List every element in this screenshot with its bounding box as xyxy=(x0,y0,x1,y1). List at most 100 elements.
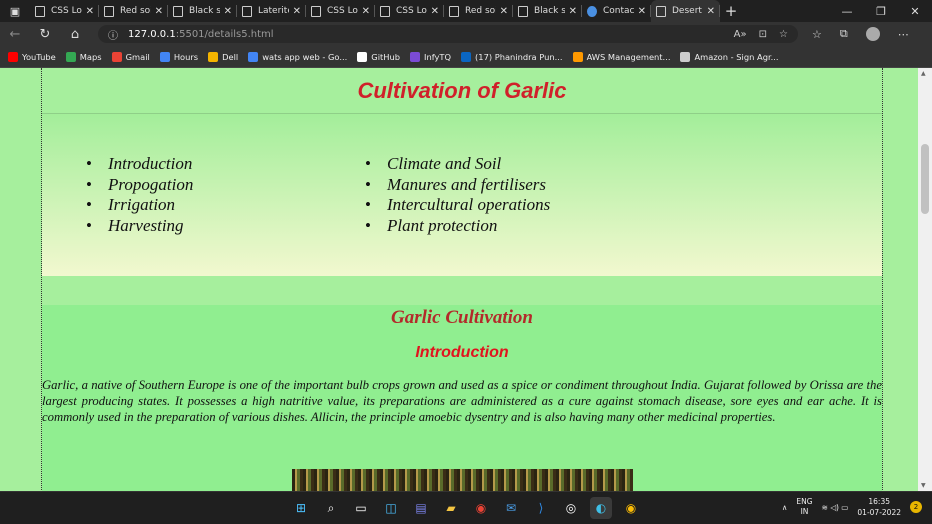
bookmark-item[interactable]: InfyTQ xyxy=(410,51,452,62)
wifi-volume-battery-icons[interactable]: ≋ ◁) ▭ xyxy=(822,503,849,512)
read-aloud-icon[interactable]: A» xyxy=(734,29,747,40)
toc-link[interactable]: Climate and Soil xyxy=(363,154,550,175)
bookmark-favicon-icon xyxy=(410,51,421,62)
search-icon[interactable]: ⌕ xyxy=(320,497,342,519)
bookmark-favicon-icon xyxy=(461,51,472,62)
close-window-icon[interactable]: ✕ xyxy=(898,5,932,18)
tab-close-icon[interactable]: ✕ xyxy=(224,6,232,17)
site-info-icon[interactable]: ⓘ xyxy=(108,27,118,42)
bookmark-label: Gmail xyxy=(125,51,150,62)
more-options-icon[interactable]: ⋯ xyxy=(898,28,909,41)
tab-title: CSS Log xyxy=(327,6,358,16)
page-container: Cultivation of Garlic IntroductionPropog… xyxy=(41,68,883,491)
toc-link[interactable]: Intercultural operations xyxy=(363,195,550,216)
bookmark-favicon-icon xyxy=(159,51,170,62)
bookmark-item[interactable]: Dell xyxy=(208,51,238,62)
toc-link[interactable]: Plant protection xyxy=(363,216,550,237)
bookmark-item[interactable]: (17) Phanindra Pun... xyxy=(461,51,563,62)
notification-badge[interactable]: 2 xyxy=(910,501,922,513)
minimize-icon[interactable]: — xyxy=(830,5,864,18)
bookmark-item[interactable]: AWS Management... xyxy=(572,51,671,62)
browser-tab[interactable]: Contact ✕ xyxy=(582,0,651,22)
tab-close-icon[interactable]: ✕ xyxy=(707,6,715,17)
bookmark-favicon-icon xyxy=(680,51,691,62)
toc-link[interactable]: Propogation xyxy=(84,175,193,196)
browser-tab[interactable]: Red soil ✕ xyxy=(99,0,168,22)
widgets-icon[interactable]: ◫ xyxy=(380,497,402,519)
toc-link[interactable]: Irrigation xyxy=(84,195,193,216)
refresh-icon[interactable]: ↻ xyxy=(30,27,60,42)
chrome-icon[interactable]: ◉ xyxy=(470,497,492,519)
clock[interactable]: 16:35 01-07-2022 xyxy=(857,496,901,518)
tab-close-icon[interactable]: ✕ xyxy=(86,6,94,17)
browser-tab[interactable]: Desert s ✕ xyxy=(651,0,720,22)
vscode-icon[interactable]: ⟩ xyxy=(530,497,552,519)
restore-icon[interactable]: ❐ xyxy=(864,5,898,18)
bookmark-item[interactable]: wats app web - Go... xyxy=(248,51,347,62)
tab-favicon-icon xyxy=(35,5,45,17)
edge-icon[interactable]: ◐ xyxy=(590,497,612,519)
task-view-icon[interactable]: ▭ xyxy=(350,497,372,519)
url-actions: A» ⊡ ☆ xyxy=(734,29,788,40)
mail-icon[interactable]: ✉ xyxy=(500,497,522,519)
tab-favicon-icon xyxy=(656,5,666,17)
tab-close-icon[interactable]: ✕ xyxy=(431,6,439,17)
tab-close-icon[interactable]: ✕ xyxy=(500,6,508,17)
add-favorite-icon[interactable]: ☆ xyxy=(779,29,788,40)
start-icon[interactable]: ⊞ xyxy=(290,497,312,519)
bookmark-label: Maps xyxy=(79,51,102,62)
title-band: Cultivation of Garlic xyxy=(42,68,882,114)
bookmark-item[interactable]: Amazon - Sign Agr... xyxy=(680,51,779,62)
browser-tab[interactable]: CSS Log ✕ xyxy=(306,0,375,22)
profile-avatar[interactable] xyxy=(865,27,880,41)
tab-favicon-icon xyxy=(242,5,252,17)
bookmark-label: InfyTQ xyxy=(424,51,452,62)
url-path: :5501/details5.html xyxy=(175,28,274,40)
browser-window: ▣ CSS Log✕Red soil✕Black so✕Laterite✕CSS… xyxy=(0,0,932,491)
back-icon[interactable]: ← xyxy=(0,27,30,42)
teams-icon[interactable]: ▤ xyxy=(410,497,432,519)
section-heading: Garlic Cultivation xyxy=(391,307,533,328)
browser-tab[interactable]: Black so ✕ xyxy=(513,0,582,22)
tab-close-icon[interactable]: ✕ xyxy=(638,6,646,17)
chrome-dev-icon[interactable]: ◉ xyxy=(620,497,642,519)
page-scrollbar[interactable]: ▲ ▼ xyxy=(918,68,932,491)
bookmark-item[interactable]: GitHub xyxy=(357,51,400,62)
tab-title: Red soil xyxy=(120,6,151,16)
bookmark-favicon-icon xyxy=(248,51,259,62)
bookmark-item[interactable]: Gmail xyxy=(111,51,150,62)
bookmark-label: AWS Management... xyxy=(586,51,671,62)
tab-close-icon[interactable]: ✕ xyxy=(569,6,577,17)
toc-link[interactable]: Harvesting xyxy=(84,216,193,237)
file-explorer-icon[interactable]: ▰ xyxy=(440,497,462,519)
bookmark-item[interactable]: Maps xyxy=(65,51,102,62)
tab-close-icon[interactable]: ✕ xyxy=(155,6,163,17)
browser-tab[interactable]: Laterite ✕ xyxy=(237,0,306,22)
bookmark-item[interactable]: YouTube xyxy=(8,51,56,62)
tab-actions-icon[interactable]: ▣ xyxy=(0,0,30,22)
browser-tab[interactable]: Black so ✕ xyxy=(168,0,237,22)
scroll-up-icon[interactable]: ▲ xyxy=(921,70,926,77)
browser-tab[interactable]: CSS Log ✕ xyxy=(375,0,444,22)
bookmark-item[interactable]: Hours xyxy=(159,51,198,62)
toc-link[interactable]: Introduction xyxy=(84,154,193,175)
new-tab-icon[interactable]: + xyxy=(720,2,742,20)
language-indicator[interactable]: ENG IN xyxy=(796,497,812,517)
collections-icon[interactable]: ⧉ xyxy=(840,27,848,41)
tray-overflow-icon[interactable]: ∧ xyxy=(782,503,788,512)
favorites-icon[interactable]: ☆ xyxy=(812,28,822,41)
address-bar[interactable]: ⓘ 127.0.0.1 :5501/details5.html A» ⊡ ☆ xyxy=(98,25,798,43)
app-available-icon[interactable]: ⊡ xyxy=(759,29,767,40)
tab-title: Contact xyxy=(603,6,634,16)
browser-tab[interactable]: Red soil ✕ xyxy=(444,0,513,22)
home-icon[interactable]: ⌂ xyxy=(60,27,90,42)
scrollbar-thumb[interactable] xyxy=(921,144,929,214)
tab-favicon-icon xyxy=(380,5,390,17)
browser-tab[interactable]: CSS Log ✕ xyxy=(30,0,99,22)
tab-close-icon[interactable]: ✕ xyxy=(293,6,301,17)
scroll-down-icon[interactable]: ▼ xyxy=(921,482,926,489)
media-app-icon[interactable]: ◎ xyxy=(560,497,582,519)
tab-close-icon[interactable]: ✕ xyxy=(362,6,370,17)
bookmark-favicon-icon xyxy=(8,51,18,62)
toc-link[interactable]: Manures and fertilisers xyxy=(363,175,550,196)
